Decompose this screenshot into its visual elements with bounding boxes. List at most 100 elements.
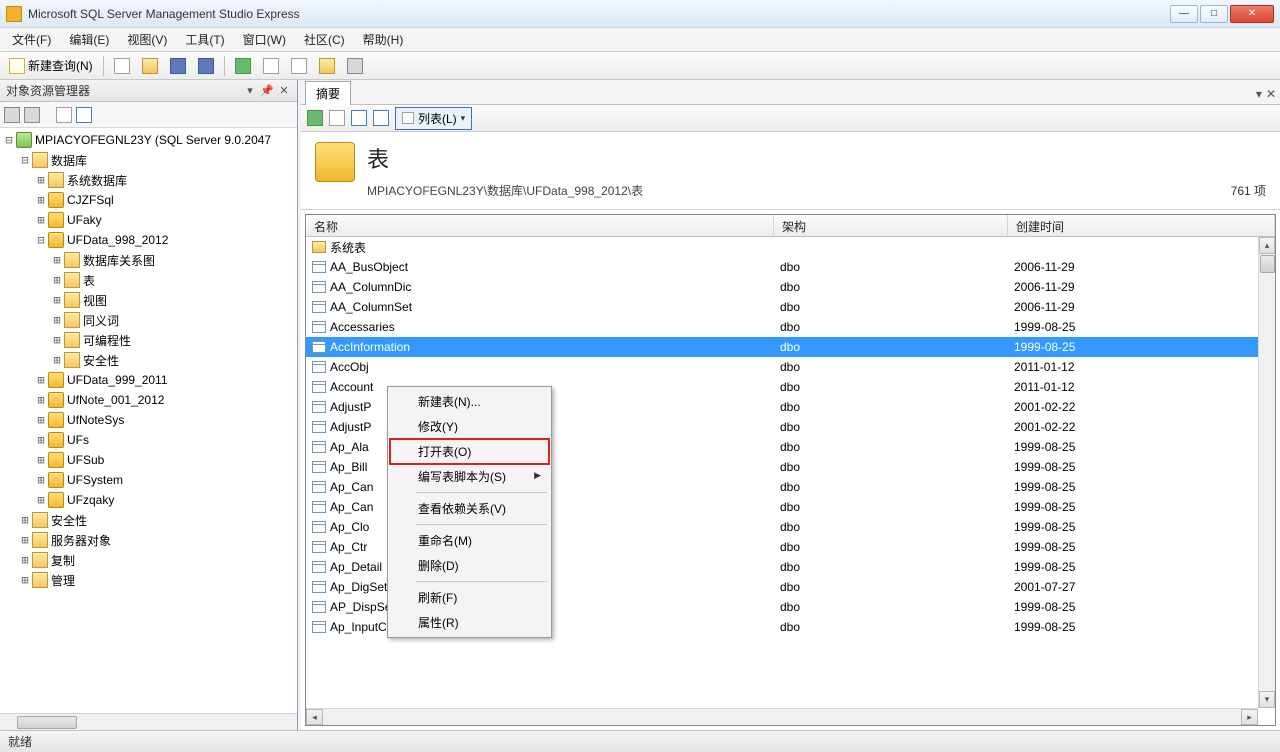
toolbar-btn-3[interactable]	[165, 55, 191, 77]
column-schema[interactable]: 架构	[774, 215, 1008, 236]
toolbar-btn-2[interactable]	[137, 55, 163, 77]
disconnect-icon[interactable]	[24, 107, 40, 123]
menu-modify[interactable]: 修改(Y)	[390, 414, 549, 439]
tree-db[interactable]: UFSub	[67, 453, 104, 467]
collapse-icon[interactable]: ⊟	[18, 153, 32, 167]
menu-tools[interactable]: 工具(T)	[177, 28, 232, 51]
menu-view[interactable]: 视图(V)	[119, 28, 175, 51]
object-explorer-tree[interactable]: ⊟MPIACYOFEGNL23Y (SQL Server 9.0.2047 ⊟数…	[0, 128, 297, 713]
expand-icon[interactable]: ⊞	[34, 453, 48, 467]
tree-databases[interactable]: 数据库	[51, 152, 87, 169]
expand-icon[interactable]: ⊞	[18, 533, 32, 547]
tree-tables[interactable]: 表	[83, 272, 95, 289]
expand-icon[interactable]: ⊞	[50, 313, 64, 327]
tree-db[interactable]: UFData_999_2011	[67, 373, 168, 387]
collapse-icon[interactable]: ⊟	[34, 233, 48, 247]
scroll-track[interactable]	[323, 709, 1241, 725]
expand-icon[interactable]: ⊞	[34, 193, 48, 207]
tree-security[interactable]: 安全性	[51, 512, 87, 529]
tree-management[interactable]: 管理	[51, 572, 75, 589]
tree-db[interactable]: UfNoteSys	[67, 413, 124, 427]
tab-close-icon[interactable]: ✕	[1266, 87, 1276, 101]
tree-server[interactable]: MPIACYOFEGNL23Y (SQL Server 9.0.2047	[35, 133, 271, 147]
table-row[interactable]: AccObjdbo2011-01-12	[306, 357, 1258, 377]
connect-icon[interactable]	[4, 107, 20, 123]
expand-icon[interactable]: ⊞	[34, 493, 48, 507]
column-created[interactable]: 创建时间	[1008, 215, 1275, 236]
scroll-down-icon[interactable]: ▾	[1259, 691, 1275, 708]
view-list-button[interactable]: 列表(L) ▾	[395, 107, 472, 130]
table-row[interactable]: AccInformationdbo1999-08-25	[306, 337, 1258, 357]
close-pane-icon[interactable]: ✕	[277, 84, 291, 98]
table-row-systables[interactable]: 系统表	[306, 237, 1258, 257]
menu-properties[interactable]: 属性(R)	[390, 610, 549, 635]
expand-icon[interactable]: ⊞	[50, 273, 64, 287]
menu-help[interactable]: 帮助(H)	[355, 28, 412, 51]
tree-diagrams[interactable]: 数据库关系图	[83, 252, 155, 269]
expand-icon[interactable]: ⊞	[50, 353, 64, 367]
toolbar-btn-1[interactable]	[109, 55, 135, 77]
expand-icon[interactable]: ⊞	[34, 433, 48, 447]
tree-sysdb[interactable]: 系统数据库	[67, 172, 127, 189]
menu-edit[interactable]: 编辑(E)	[61, 28, 117, 51]
toolbar-btn-7[interactable]	[286, 55, 312, 77]
expand-icon[interactable]: ⊞	[50, 293, 64, 307]
toolbar-btn-4[interactable]	[193, 55, 219, 77]
expand-icon[interactable]: ⊞	[34, 393, 48, 407]
tree-db[interactable]: UFaky	[67, 213, 102, 227]
menu-new-table[interactable]: 新建表(N)...	[390, 389, 549, 414]
expand-icon[interactable]: ⊞	[34, 213, 48, 227]
scrollbar-thumb[interactable]	[17, 716, 77, 729]
tree-server-objects[interactable]: 服务器对象	[51, 532, 111, 549]
tree-replication[interactable]: 复制	[51, 552, 75, 569]
menu-view-deps[interactable]: 查看依赖关系(V)	[390, 496, 549, 521]
tree-db[interactable]: CJZFSql	[67, 193, 114, 207]
expand-icon[interactable]: ⊞	[50, 333, 64, 347]
stop-icon[interactable]	[56, 107, 72, 123]
expand-icon[interactable]: ⊞	[18, 513, 32, 527]
filter-icon[interactable]	[76, 107, 92, 123]
tab-summary[interactable]: 摘要	[305, 81, 351, 105]
scroll-right-icon[interactable]: ▸	[1241, 709, 1258, 725]
dropdown-icon[interactable]: ▾	[243, 84, 257, 98]
expand-icon[interactable]: ⊞	[34, 413, 48, 427]
menu-file[interactable]: 文件(F)	[4, 28, 59, 51]
tree-db[interactable]: UFSystem	[67, 473, 123, 487]
vertical-scrollbar[interactable]: ▴ ▾	[1258, 237, 1275, 708]
expand-icon[interactable]: ⊞	[18, 553, 32, 567]
table-row[interactable]: AA_BusObjectdbo2006-11-29	[306, 257, 1258, 277]
tree-programmability[interactable]: 可编程性	[83, 332, 131, 349]
column-name[interactable]: 名称	[306, 215, 774, 236]
toolbar-btn-5[interactable]	[230, 55, 256, 77]
menu-window[interactable]: 窗口(W)	[235, 28, 294, 51]
tree-horizontal-scrollbar[interactable]	[0, 713, 297, 730]
expand-icon[interactable]: ⊞	[34, 173, 48, 187]
maximize-button[interactable]: □	[1200, 5, 1228, 23]
close-button[interactable]: ✕	[1230, 5, 1274, 23]
expand-icon[interactable]: ⊞	[18, 573, 32, 587]
table-row[interactable]: AA_ColumnSetdbo2006-11-29	[306, 297, 1258, 317]
expand-icon[interactable]: ⊞	[50, 253, 64, 267]
tree-views[interactable]: 视图	[83, 292, 107, 309]
table-row[interactable]: Accessariesdbo1999-08-25	[306, 317, 1258, 337]
expand-icon[interactable]: ⊞	[34, 373, 48, 387]
collapse-icon[interactable]: ⊟	[2, 133, 16, 147]
toolbar-btn-9[interactable]	[342, 55, 368, 77]
toolbar-btn-8[interactable]	[314, 55, 340, 77]
back-icon[interactable]	[307, 110, 323, 126]
tree-db[interactable]: UFs	[67, 433, 89, 447]
forward-icon[interactable]	[329, 110, 345, 126]
tree-security-db[interactable]: 安全性	[83, 352, 119, 369]
filter-icon[interactable]	[373, 110, 389, 126]
menu-delete[interactable]: 删除(D)	[390, 553, 549, 578]
tree-db[interactable]: UFData_998_2012	[67, 233, 168, 247]
toolbar-btn-6[interactable]	[258, 55, 284, 77]
up-icon[interactable]	[351, 110, 367, 126]
tree-db[interactable]: UfNote_001_2012	[67, 393, 164, 407]
pin-icon[interactable]: 📌	[260, 84, 274, 98]
scroll-up-icon[interactable]: ▴	[1259, 237, 1275, 254]
tree-synonyms[interactable]: 同义词	[83, 312, 119, 329]
table-row[interactable]: AA_ColumnDicdbo2006-11-29	[306, 277, 1258, 297]
menu-open-table[interactable]: 打开表(O)	[390, 439, 549, 464]
expand-icon[interactable]: ⊞	[34, 473, 48, 487]
